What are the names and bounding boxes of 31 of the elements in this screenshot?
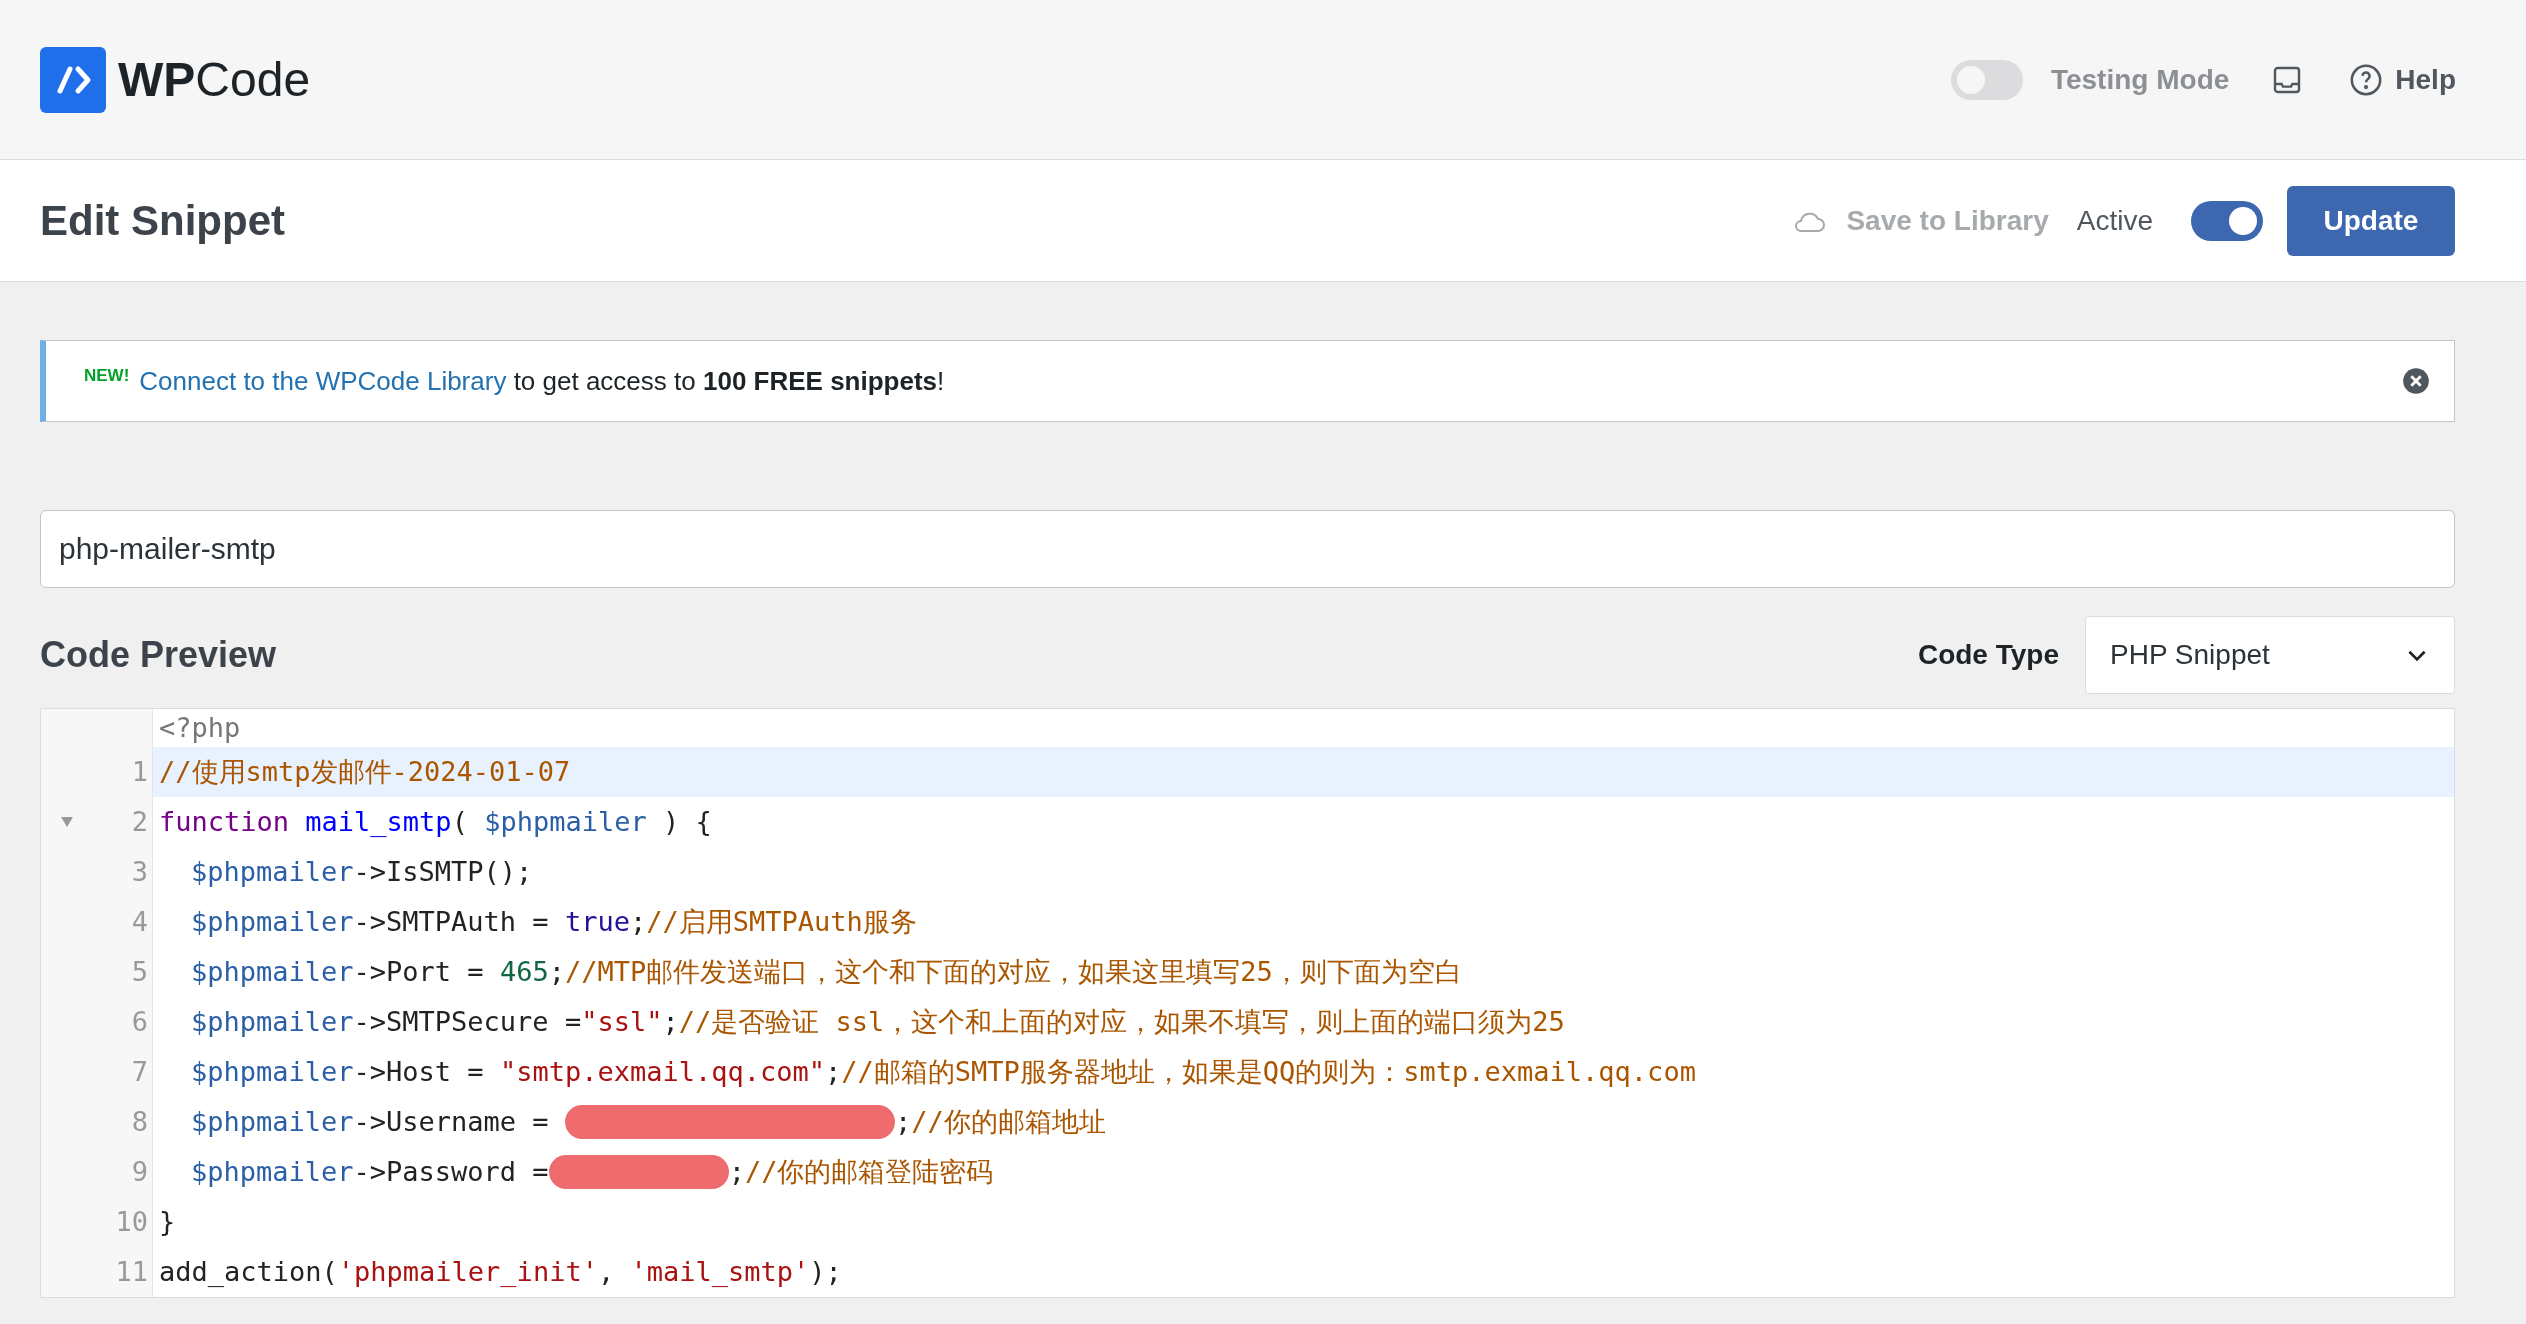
line-number: 8 [131,1104,148,1139]
line-number: 10 [115,1204,148,1239]
testing-mode-toggle[interactable] [1950,59,2023,100]
line-number: 7 [131,1054,148,1089]
new-label: NEW! [84,365,130,387]
help-button[interactable]: Help [2349,58,2456,101]
line-number: 4 [131,904,148,939]
fold-arrow-icon[interactable] [61,817,73,827]
update-button[interactable]: Update [2287,185,2455,256]
line-number: 5 [131,954,148,989]
library-link[interactable]: Connect to the WPCode Library [139,365,507,396]
code-type-select[interactable]: PHP Snippet [2085,616,2455,694]
active-label: Active [2076,203,2153,238]
line-number: 3 [131,854,148,889]
close-icon[interactable] [2402,367,2430,395]
help-icon [2349,62,2384,97]
line-number: 2 [131,804,148,839]
section-title: Code Preview [40,633,277,677]
line-number: 9 [131,1154,148,1189]
logo-icon [40,46,106,113]
page-title: Edit Snippet [40,196,285,246]
line-number: 1 [131,754,148,789]
snippet-title-field[interactable]: php-mailer-smtp [40,510,2455,588]
notice-text: Connect to the WPCode Library to get access to 100 FREE snippets! [139,364,945,398]
testing-mode-label: Testing Mode [2050,62,2230,97]
code-type-label: Code Type [1917,638,2059,672]
brand-name: WPCode [118,51,311,108]
code-editor[interactable] [40,708,2455,1298]
line-number: 6 [131,1004,148,1039]
active-toggle[interactable] [2191,200,2263,241]
line-number: 11 [115,1254,148,1289]
